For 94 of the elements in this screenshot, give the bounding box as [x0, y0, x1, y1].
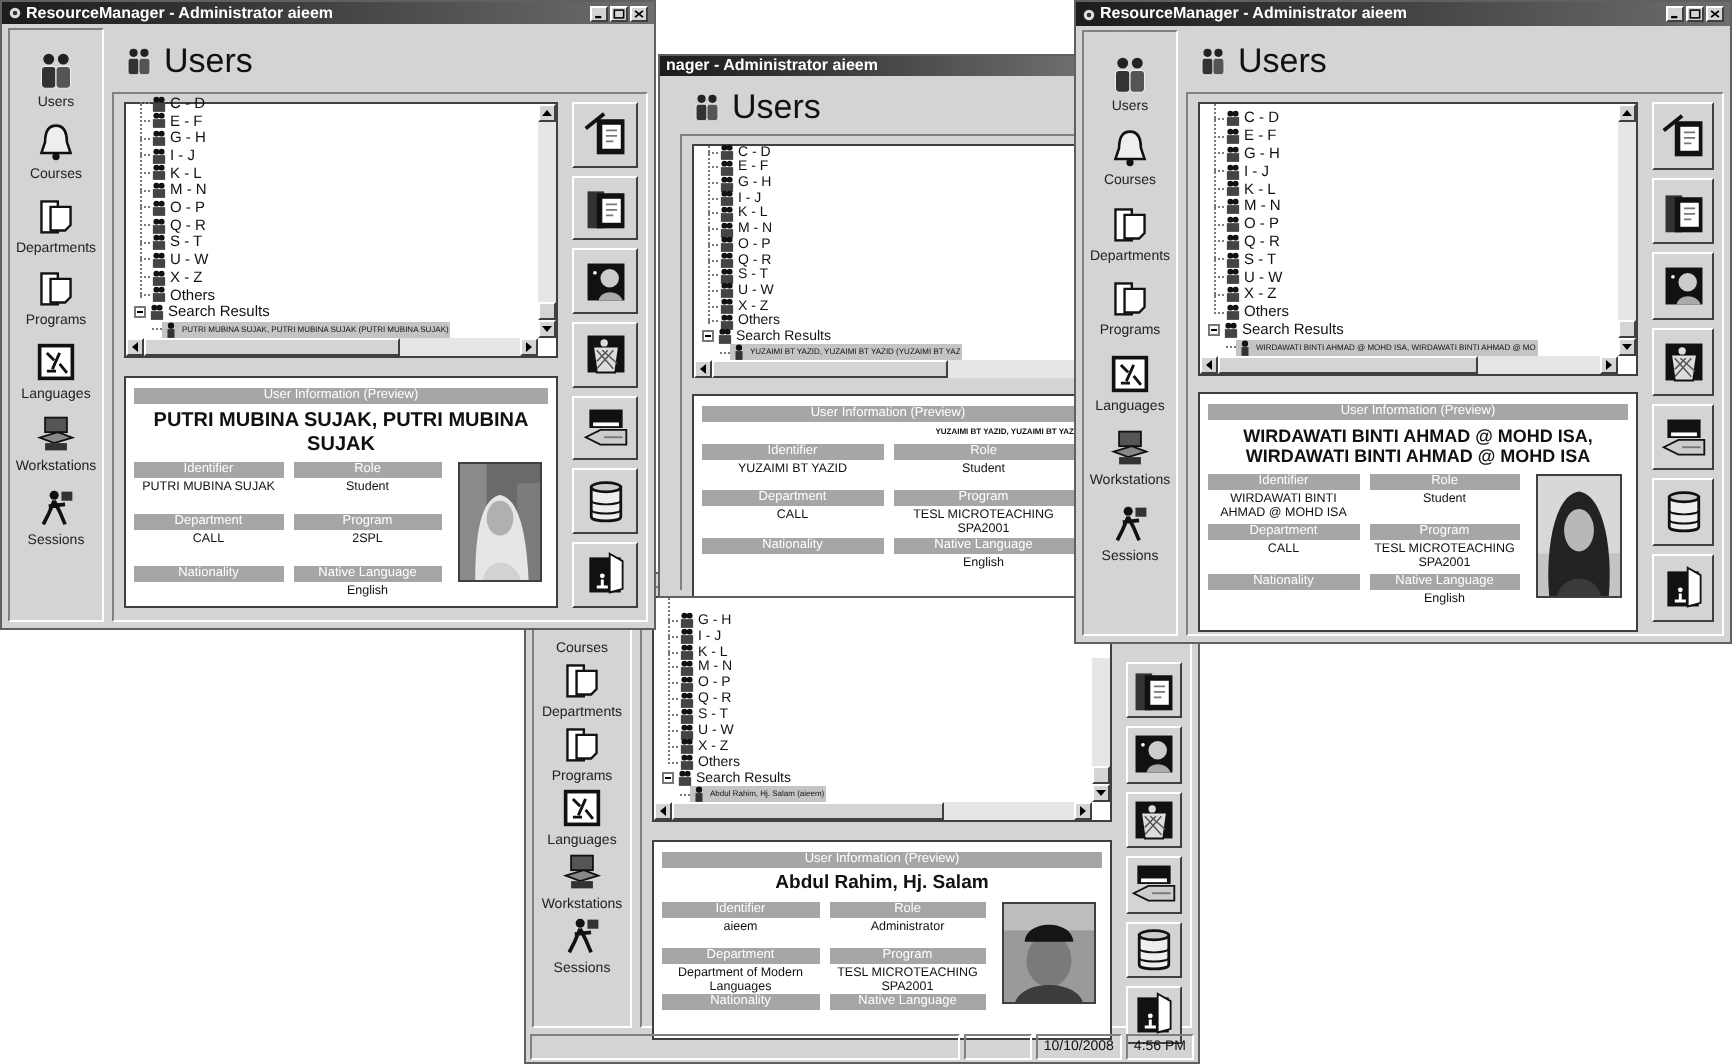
toolbar-button[interactable] — [1126, 986, 1182, 1043]
person-icon — [164, 321, 178, 338]
scroll-thumb[interactable] — [1218, 356, 1478, 374]
scroll-thumb[interactable] — [538, 302, 556, 320]
vertical-scrollbar[interactable] — [1618, 104, 1636, 356]
section-title: Users — [1238, 44, 1327, 78]
minimize-button[interactable] — [590, 5, 608, 21]
close-button[interactable] — [630, 5, 648, 21]
person-icon — [692, 786, 706, 803]
toolbar-button[interactable] — [1126, 661, 1182, 718]
scroll-thumb[interactable] — [712, 360, 948, 378]
people-icon — [692, 92, 722, 122]
scroll-arrow-icon — [1622, 110, 1632, 116]
toolbar-button[interactable] — [1652, 403, 1714, 471]
toolbar-button[interactable] — [572, 468, 638, 535]
toolbar-button[interactable] — [1652, 478, 1714, 547]
scroll-arrow-icon — [700, 364, 706, 374]
computer-icon — [562, 852, 602, 892]
people-icon — [36, 49, 76, 89]
status-pane — [963, 1034, 1032, 1060]
maximize-button[interactable] — [1686, 6, 1704, 22]
scroll-arrow-icon — [660, 806, 666, 816]
toolbar-button[interactable] — [572, 102, 638, 168]
computer-icon — [1110, 428, 1150, 468]
toolbar-button[interactable] — [572, 248, 638, 315]
section-title: Users — [164, 43, 253, 77]
computer-icon — [36, 414, 76, 454]
user-name: Abdul Rahim, Hj. Salam — [773, 874, 991, 896]
binder-icon — [35, 195, 76, 235]
toolbar-button[interactable] — [1126, 921, 1182, 978]
scroll-arrow-icon — [132, 342, 138, 352]
scroll-arrow-icon — [1206, 360, 1212, 370]
figure-icon — [1110, 503, 1150, 543]
vertical-scrollbar[interactable] — [538, 104, 556, 338]
toolbar-button[interactable] — [1652, 554, 1714, 622]
glyph-tile-icon — [1110, 353, 1150, 393]
people-icon — [1198, 46, 1228, 76]
scroll-thumb[interactable] — [1618, 320, 1636, 338]
close-icon — [1708, 6, 1722, 22]
toolbar-button[interactable] — [572, 395, 638, 461]
window-title: nager - Administrator aieem — [666, 58, 878, 74]
bell-icon — [35, 122, 76, 162]
figure-icon — [36, 487, 76, 527]
bell-icon — [1109, 128, 1150, 168]
toolbar-button[interactable] — [1652, 177, 1714, 245]
people-icon — [1110, 53, 1150, 93]
maximize-icon — [612, 5, 626, 21]
figure-icon — [562, 916, 602, 956]
person-icon — [732, 344, 746, 361]
scroll-arrow-icon — [542, 110, 552, 116]
scroll-thumb[interactable] — [672, 802, 944, 820]
horizontal-scrollbar[interactable] — [1200, 356, 1618, 374]
section-title: Users — [732, 90, 821, 124]
people-icon — [124, 45, 154, 75]
user-name: PUTRI MUBINA SUJAK, PUTRI MUBINA SUJAK — [151, 410, 531, 456]
maximize-icon — [1688, 6, 1702, 22]
toolbar-button[interactable] — [572, 175, 638, 241]
vertical-scrollbar[interactable] — [1092, 658, 1110, 802]
glyph-tile-icon — [562, 788, 602, 828]
scroll-thumb[interactable] — [1092, 766, 1110, 784]
binder-icon — [1109, 203, 1150, 243]
glyph-tile-icon — [36, 341, 76, 381]
binder-icon — [1110, 278, 1150, 318]
window-title: ResourceManager - Administrator aieem — [1100, 6, 1408, 22]
collapse-icon — [662, 772, 674, 785]
scroll-thumb[interactable] — [144, 338, 400, 356]
app-icon — [8, 6, 22, 20]
minimize-button[interactable] — [1666, 6, 1684, 22]
app-icon — [1082, 7, 1096, 21]
user-name: WIRDAWATI BINTI AHMAD @ MOHD ISA, WIRDAWATI BINTI AHMAD @ MOHD ISA — [1241, 426, 1595, 468]
document-icon — [581, 110, 629, 159]
maximize-button[interactable] — [610, 5, 628, 21]
binder-icon — [36, 268, 76, 308]
toolbar-button[interactable] — [1126, 856, 1182, 913]
horizontal-scrollbar[interactable] — [654, 802, 1092, 820]
toolbar-button[interactable] — [1652, 252, 1714, 321]
toolbar-button[interactable] — [1126, 726, 1182, 783]
document-icon — [1659, 111, 1707, 160]
close-icon — [632, 5, 646, 21]
horizontal-scrollbar[interactable] — [126, 338, 538, 356]
binder-icon — [561, 660, 602, 700]
collapse-icon — [134, 305, 146, 318]
close-button[interactable] — [1706, 6, 1724, 22]
toolbar-button[interactable] — [572, 322, 638, 388]
toolbar-button[interactable] — [572, 542, 638, 608]
toolbar-button[interactable] — [1652, 102, 1714, 170]
person-icon — [1238, 339, 1252, 356]
window-title: ResourceManager - Administrator aieem — [26, 5, 334, 21]
horizontal-scrollbar[interactable] — [694, 360, 1074, 378]
toolbar-button[interactable] — [1652, 328, 1714, 396]
collapse-icon — [702, 330, 714, 343]
toolbar-button[interactable] — [1126, 791, 1182, 848]
binder-icon — [562, 724, 602, 764]
collapse-icon — [1208, 323, 1220, 336]
